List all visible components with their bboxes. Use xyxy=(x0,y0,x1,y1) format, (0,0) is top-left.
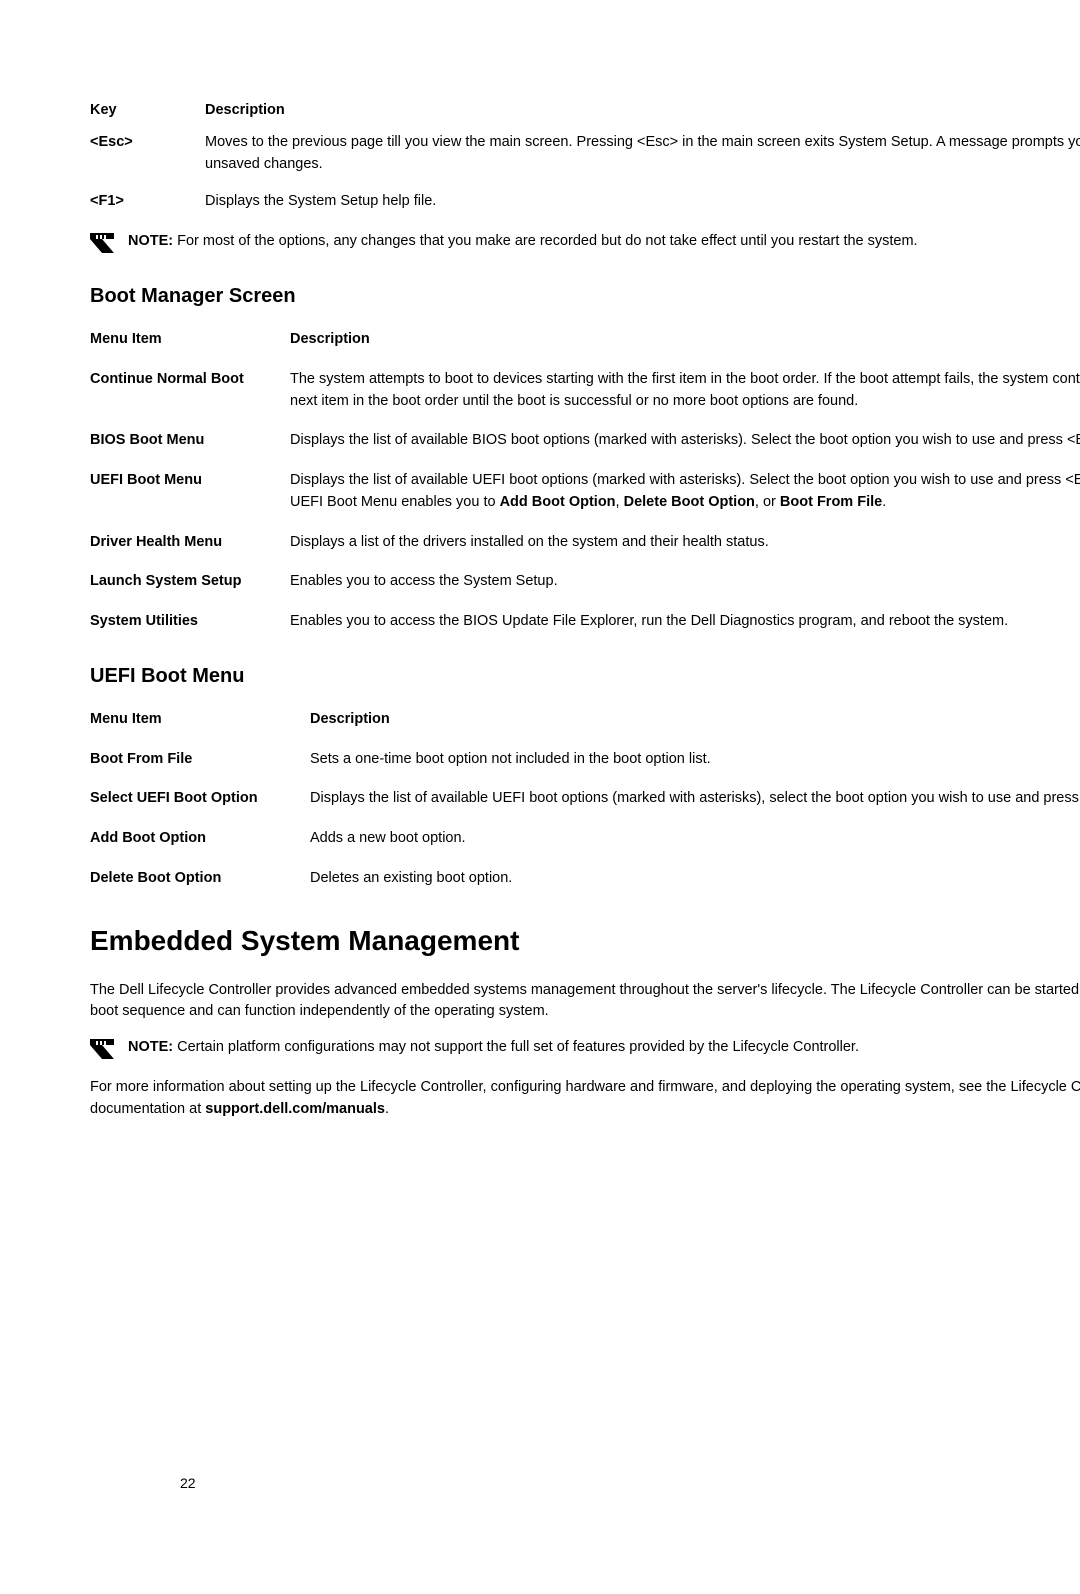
boot-manager-table: Menu Item Description Continue Normal Bo… xyxy=(90,329,1080,633)
paragraph: The Dell Lifecycle Controller provides a… xyxy=(90,980,1080,1024)
desc-bold: Delete Boot Option xyxy=(624,494,755,510)
header-item: Menu Item xyxy=(90,329,290,351)
key-table: Key Description <Esc> Moves to the previ… xyxy=(90,100,1080,213)
desc-mid: , xyxy=(616,494,624,510)
uefi-menu-table: Menu Item Description Boot From File Set… xyxy=(90,709,1080,890)
table-row: Delete Boot Option Deletes an existing b… xyxy=(90,868,1080,890)
note-icon xyxy=(90,233,114,253)
row-item: Launch System Setup xyxy=(90,571,290,593)
table-row: BIOS Boot Menu Displays the list of avai… xyxy=(90,430,1080,452)
row-item: Add Boot Option xyxy=(90,828,310,850)
row-desc: Displays the list of available BIOS boot… xyxy=(290,430,1080,452)
row-desc: Enables you to access the BIOS Update Fi… xyxy=(290,611,1080,633)
note-content: For most of the options, any changes tha… xyxy=(173,233,917,249)
header-item: Menu Item xyxy=(90,709,310,731)
note-label: NOTE: xyxy=(128,233,173,249)
row-item: Boot From File xyxy=(90,749,310,771)
row-desc: Displays the System Setup help file. xyxy=(205,191,1080,213)
note-block: NOTE: Certain platform configurations ma… xyxy=(90,1037,1080,1059)
row-key: <Esc> xyxy=(90,132,205,176)
table-row: Add Boot Option Adds a new boot option. xyxy=(90,828,1080,850)
row-desc: Displays the list of available UEFI boot… xyxy=(310,788,1080,810)
table-row: Select UEFI Boot Option Displays the lis… xyxy=(90,788,1080,810)
section-title-uefi: UEFI Boot Menu xyxy=(90,661,1080,691)
para-bold: support.dell.com/manuals xyxy=(205,1101,385,1117)
table-row: Continue Normal Boot The system attempts… xyxy=(90,369,1080,413)
key-table-header: Key Description xyxy=(90,100,1080,122)
row-item: Select UEFI Boot Option xyxy=(90,788,310,810)
desc-end: . xyxy=(882,494,886,510)
header-desc: Description xyxy=(205,100,1080,122)
note-content: Certain platform configurations may not … xyxy=(173,1039,859,1055)
header-desc: Description xyxy=(290,329,1080,351)
note-label: NOTE: xyxy=(128,1039,173,1055)
row-item: System Utilities xyxy=(90,611,290,633)
paragraph: For more information about setting up th… xyxy=(90,1077,1080,1121)
row-item: Delete Boot Option xyxy=(90,868,310,890)
row-desc: Sets a one-time boot option not included… xyxy=(310,749,1080,771)
row-desc: Adds a new boot option. xyxy=(310,828,1080,850)
table-row: System Utilities Enables you to access t… xyxy=(90,611,1080,633)
para-end: . xyxy=(385,1101,389,1117)
desc-mid: , or xyxy=(755,494,780,510)
table-header: Menu Item Description xyxy=(90,329,1080,351)
note-text: NOTE: Certain platform configurations ma… xyxy=(128,1037,1080,1059)
section-title-boot-manager: Boot Manager Screen xyxy=(90,281,1080,311)
table-row: Launch System Setup Enables you to acces… xyxy=(90,571,1080,593)
table-row: <F1> Displays the System Setup help file… xyxy=(90,191,1080,213)
row-desc: Displays the list of available UEFI boot… xyxy=(290,470,1080,514)
note-text: NOTE: For most of the options, any chang… xyxy=(128,231,1080,253)
table-row: Boot From File Sets a one-time boot opti… xyxy=(90,749,1080,771)
row-item: UEFI Boot Menu xyxy=(90,470,290,492)
row-desc: Enables you to access the System Setup. xyxy=(290,571,1080,593)
row-desc: Deletes an existing boot option. xyxy=(310,868,1080,890)
row-item: Continue Normal Boot xyxy=(90,369,290,391)
desc-bold: Boot From File xyxy=(780,494,882,510)
header-key: Key xyxy=(90,100,205,122)
table-row: UEFI Boot Menu Displays the list of avai… xyxy=(90,470,1080,514)
row-desc: Moves to the previous page till you view… xyxy=(205,132,1080,176)
heading-embedded-system: Embedded System Management xyxy=(90,920,1080,962)
row-desc: The system attempts to boot to devices s… xyxy=(290,369,1080,413)
desc-bold: Add Boot Option xyxy=(500,494,616,510)
row-item: Driver Health Menu xyxy=(90,532,290,554)
table-row: <Esc> Moves to the previous page till yo… xyxy=(90,132,1080,176)
row-desc: Displays a list of the drivers installed… xyxy=(290,532,1080,554)
note-icon xyxy=(90,1039,114,1059)
header-desc: Description xyxy=(310,709,1080,731)
row-key: <F1> xyxy=(90,191,205,213)
note-block: NOTE: For most of the options, any chang… xyxy=(90,231,1080,253)
row-item: BIOS Boot Menu xyxy=(90,430,290,452)
table-row: Driver Health Menu Displays a list of th… xyxy=(90,532,1080,554)
table-header: Menu Item Description xyxy=(90,709,1080,731)
page-number: 22 xyxy=(180,1473,196,1494)
